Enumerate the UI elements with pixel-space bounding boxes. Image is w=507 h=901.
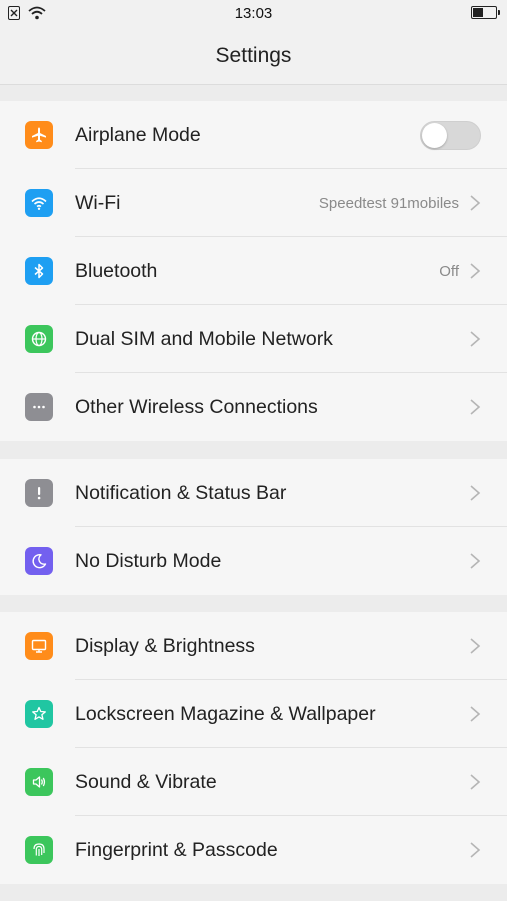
- setting-notification-status-bar[interactable]: Notification & Status Bar: [0, 459, 507, 527]
- setting-display-brightness[interactable]: Display & Brightness: [0, 612, 507, 680]
- setting-label: Lockscreen Magazine & Wallpaper: [75, 702, 376, 725]
- chevron-right-icon: [470, 706, 481, 722]
- airplane-mode-toggle[interactable]: [420, 121, 481, 150]
- setting-dual-sim[interactable]: Dual SIM and Mobile Network: [0, 305, 507, 373]
- setting-label: No Disturb Mode: [75, 549, 222, 572]
- setting-label: Wi-Fi: [75, 191, 121, 214]
- chevron-right-icon: [470, 263, 481, 279]
- exclamation-icon: [25, 479, 53, 507]
- setting-label: Dual SIM and Mobile Network: [75, 327, 333, 350]
- moon-icon: [25, 547, 53, 575]
- setting-fingerprint-passcode[interactable]: Fingerprint & Passcode: [0, 816, 507, 884]
- globe-icon: [25, 325, 53, 353]
- status-bar: 13:03: [0, 0, 507, 28]
- fingerprint-icon: [25, 836, 53, 864]
- battery-icon: [471, 6, 500, 19]
- page-title: Settings: [215, 44, 292, 67]
- setting-label: Fingerprint & Passcode: [75, 838, 278, 861]
- setting-label: Sound & Vibrate: [75, 770, 217, 793]
- airplane-icon: [25, 121, 53, 149]
- toggle-knob: [422, 123, 447, 148]
- speaker-icon: [25, 768, 53, 796]
- chevron-right-icon: [470, 842, 481, 858]
- wifi-icon: [25, 189, 53, 217]
- setting-label: Display & Brightness: [75, 634, 255, 657]
- chevron-right-icon: [470, 638, 481, 654]
- bluetooth-status: Off: [439, 262, 459, 280]
- settings-group-display: Display & Brightness Lockscreen Magazine…: [0, 612, 507, 884]
- flower-icon: [25, 700, 53, 728]
- settings-group-notifications: Notification & Status Bar No Disturb Mod…: [0, 459, 507, 595]
- title-bar: Settings: [0, 28, 507, 85]
- chevron-right-icon: [470, 553, 481, 569]
- setting-lockscreen-wallpaper[interactable]: Lockscreen Magazine & Wallpaper: [0, 680, 507, 748]
- chevron-right-icon: [470, 399, 481, 415]
- settings-group-connections: Airplane Mode Wi-Fi Speedtest 91mobiles …: [0, 101, 507, 441]
- setting-airplane-mode[interactable]: Airplane Mode: [0, 101, 507, 169]
- chevron-right-icon: [470, 195, 481, 211]
- setting-label: Notification & Status Bar: [75, 481, 287, 504]
- setting-label: Airplane Mode: [75, 123, 201, 146]
- setting-label: Bluetooth: [75, 259, 158, 282]
- setting-bluetooth[interactable]: Bluetooth Off: [0, 237, 507, 305]
- chevron-right-icon: [470, 331, 481, 347]
- chevron-right-icon: [470, 485, 481, 501]
- status-time: 13:03: [234, 5, 273, 22]
- more-icon: [25, 393, 53, 421]
- bluetooth-icon: [25, 257, 53, 285]
- setting-wifi[interactable]: Wi-Fi Speedtest 91mobiles: [0, 169, 507, 237]
- setting-label: Other Wireless Connections: [75, 395, 318, 418]
- chevron-right-icon: [470, 774, 481, 790]
- battery-level: [473, 8, 483, 17]
- setting-no-disturb[interactable]: No Disturb Mode: [0, 527, 507, 595]
- setting-sound-vibrate[interactable]: Sound & Vibrate: [0, 748, 507, 816]
- wifi-network-name: Speedtest 91mobiles: [318, 194, 459, 212]
- monitor-icon: [25, 632, 53, 660]
- setting-other-wireless[interactable]: Other Wireless Connections: [0, 373, 507, 441]
